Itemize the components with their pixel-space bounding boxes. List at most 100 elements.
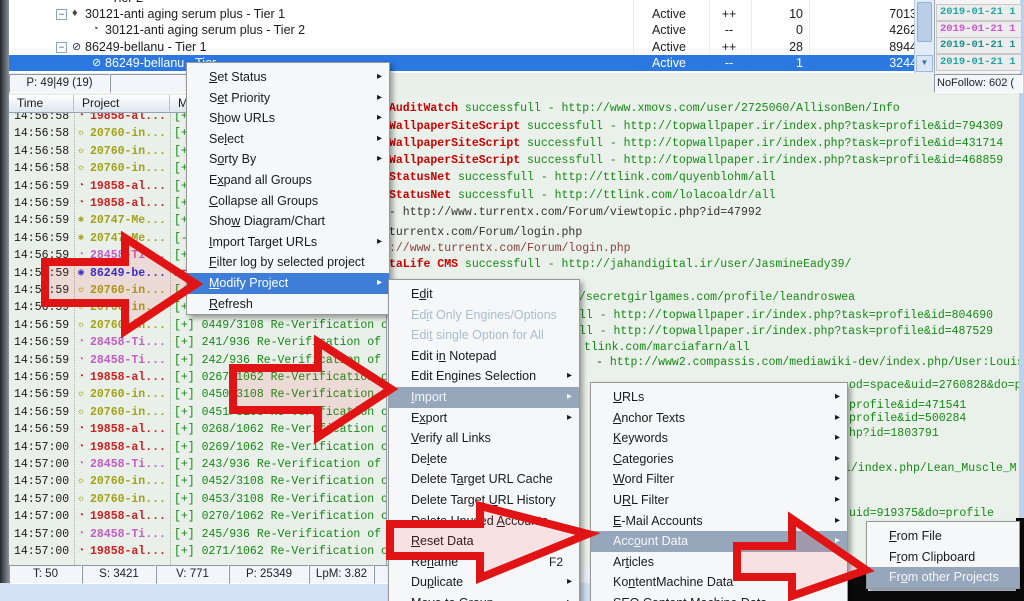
menu-item-delete-unused-accounts[interactable]: Delete Unused Accounts bbox=[389, 511, 579, 532]
menu-item-edit[interactable]: Edit bbox=[389, 284, 579, 305]
log-time-cell: 14:56:59 bbox=[14, 352, 69, 369]
menu-item-show-diagram-chart[interactable]: Show Diagram/Chart bbox=[187, 211, 389, 232]
log-message-cell: [+] 243/936 Re-Verification of M bbox=[174, 456, 386, 473]
tree-expand-toggle[interactable]: − bbox=[56, 9, 67, 20]
project-icon: ◔ bbox=[78, 543, 84, 560]
log-time-cell: 14:56:59 bbox=[14, 421, 69, 438]
menu-item-select[interactable]: Select▸ bbox=[187, 129, 389, 150]
submenu-arrow-icon: ▸ bbox=[567, 593, 572, 601]
log-message-cell: [+] 0452/3108 Re-Verification of bbox=[174, 473, 386, 490]
table-row[interactable]: 14:57:00☼20760-in...[+] 0453/3108 Re-Ver… bbox=[9, 491, 386, 508]
modify-project-submenu: Edit Edit Only Engines/OptionsEdit single… bbox=[388, 279, 580, 601]
menu-item-reset-data[interactable]: Reset Data bbox=[389, 531, 579, 552]
menu-item-seo-content-machine-data[interactable]: SEO Content Machine Data bbox=[591, 593, 847, 601]
menu-item-edit-in-notepad[interactable]: Edit in Notepad bbox=[389, 346, 579, 367]
menu-item-verify-all-links[interactable]: Verify all Links bbox=[389, 428, 579, 449]
menu-item-account-data[interactable]: Account Data▸ bbox=[591, 531, 847, 552]
tree-row[interactable]: −♦30121-anti aging serum plus - Tier 1Ac… bbox=[9, 6, 914, 22]
scroll-down-button[interactable]: ▼ bbox=[916, 55, 933, 72]
table-header-project[interactable]: Project bbox=[74, 95, 170, 111]
menu-item-import[interactable]: Import▸ bbox=[389, 387, 579, 408]
submenu-arrow-icon: ▸ bbox=[377, 149, 382, 170]
table-row[interactable]: 14:57:00◔19858-al...[+] 0271/1062 Re-Ver… bbox=[9, 543, 386, 560]
menu-item-from-clipboard[interactable]: From Clipboard bbox=[867, 547, 1019, 568]
menu-item-from-other-projects[interactable]: From other Projects bbox=[867, 567, 1019, 588]
menu-item-duplicate[interactable]: Duplicate▸ bbox=[389, 572, 579, 593]
menu-item-categories[interactable]: Categories▸ bbox=[591, 449, 847, 470]
log-message-cell: [+] 0270/1062 Re-Verification of bbox=[174, 508, 386, 525]
table-row[interactable]: 14:56:59☼20760-in...[+] 0450/3108 Re-Ver… bbox=[9, 386, 386, 403]
menu-item-delete-target-url-history[interactable]: Delete Target URL History bbox=[389, 490, 579, 511]
tree-row[interactable]: ⊘86249-bellanu - TierActive--13244 bbox=[9, 55, 914, 71]
log-message-cell: [+] 0271/1062 Re-Verification of bbox=[174, 543, 386, 560]
menu-item-set-status[interactable]: Set Status▸ bbox=[187, 67, 389, 88]
table-row[interactable]: 14:56:59◔28458-Ti...[+] 242/936 Re-Verif… bbox=[9, 352, 386, 369]
menu-item-e-mail-accounts[interactable]: E-Mail Accounts▸ bbox=[591, 511, 847, 532]
tree-row[interactable]: −⊘86249-bellanu - Tier 1Active++288944 bbox=[9, 39, 914, 55]
log-line: turrentx.com/Forum/login.php bbox=[389, 226, 582, 239]
tree-expand-toggle[interactable]: − bbox=[56, 42, 67, 53]
menu-item-word-filter[interactable]: Word Filter▸ bbox=[591, 469, 847, 490]
date-cell: 2019-01-21 1 bbox=[936, 37, 1022, 54]
tree-row[interactable]: ◔30121-anti aging serum plus - Tier 2Act… bbox=[9, 22, 914, 38]
menu-item-rename[interactable]: RenameF2 bbox=[389, 552, 579, 573]
menu-item-anchor-texts[interactable]: Anchor Texts▸ bbox=[591, 408, 847, 429]
menu-item-urls[interactable]: URLs▸ bbox=[591, 387, 847, 408]
table-row[interactable]: 14:56:59☼20760-in...[+] 0451/3108 Re-Ver… bbox=[9, 404, 386, 421]
project-verified-cell: 8944 bbox=[809, 40, 914, 54]
table-row[interactable]: 14:56:59☼20760-in...[+] 0449/3108 Re-Ver… bbox=[9, 317, 386, 334]
menu-item-import-target-urls[interactable]: Import Target URLs▸ bbox=[187, 232, 389, 253]
menu-item-label: Edit bbox=[411, 287, 433, 301]
log-project-cell: 28458-Ti... bbox=[90, 247, 166, 264]
menu-item-export[interactable]: Export▸ bbox=[389, 408, 579, 429]
table-header-time[interactable]: Time bbox=[9, 95, 74, 111]
menu-item-edit-single-option-for-all[interactable]: Edit single Option for All bbox=[389, 325, 579, 346]
table-row[interactable]: 14:57:00◔28458-Ti...[+] 243/936 Re-Verif… bbox=[9, 456, 386, 473]
log-project-cell: 28458-Ti... bbox=[90, 352, 166, 369]
menu-item-modify-project[interactable]: Modify Project▸ bbox=[187, 273, 389, 294]
project-icon: ☼ bbox=[78, 125, 84, 142]
import-submenu: URLs▸Anchor Texts▸Keywords▸Categories▸Wo… bbox=[590, 382, 848, 601]
menu-item-set-priority[interactable]: Set Priority▸ bbox=[187, 88, 389, 109]
menu-item-sorty-by[interactable]: Sorty By▸ bbox=[187, 149, 389, 170]
table-row[interactable]: 14:56:59◔28458-Ti...[+] 241/936 Re-Verif… bbox=[9, 334, 386, 351]
menu-item-move-to-group[interactable]: Move to Group▸ bbox=[389, 593, 579, 601]
menu-item-show-urls[interactable]: Show URLs▸ bbox=[187, 108, 389, 129]
project-priority-cell: ++ bbox=[709, 40, 749, 54]
table-row[interactable]: 14:57:00◔19858-al...[+] 0269/1062 Re-Ver… bbox=[9, 439, 386, 456]
table-row[interactable]: 14:57:00◔19858-al...[+] 0270/1062 Re-Ver… bbox=[9, 508, 386, 525]
log-time-cell: 14:56:59 bbox=[14, 212, 69, 229]
log-line: ://www.turrentx.com/Forum/login.php bbox=[389, 242, 631, 255]
table-row[interactable]: 14:56:59◔19858-al...[+] 0268/1062 Re-Ver… bbox=[9, 421, 386, 438]
log-text-segment: turrentx.com/Forum/login.php bbox=[389, 226, 582, 239]
log-message-cell: [+] 0449/3108 Re-Verification of bbox=[174, 317, 386, 334]
menu-item-url-filter[interactable]: URL Filter▸ bbox=[591, 490, 847, 511]
status-cell: LpM: 3.82 bbox=[309, 565, 374, 584]
tree-scrollbar[interactable]: ▼ bbox=[914, 0, 933, 73]
menu-item-delete[interactable]: Delete bbox=[389, 449, 579, 470]
menu-item-expand-all-groups[interactable]: Expand all Groups bbox=[187, 170, 389, 191]
log-time-cell: 14:56:59 bbox=[14, 317, 69, 334]
project-icon: ☼ bbox=[78, 160, 84, 177]
menu-item-label: Delete Unused Accounts bbox=[411, 514, 548, 528]
submenu-arrow-icon: ▸ bbox=[377, 273, 382, 294]
menu-item-collapse-all-groups[interactable]: Collapse all Groups bbox=[187, 191, 389, 212]
menu-item-refresh[interactable]: Refresh bbox=[187, 294, 389, 315]
menu-item-label: From other Projects bbox=[889, 570, 999, 584]
menu-item-delete-target-url-cache[interactable]: Delete Target URL Cache bbox=[389, 469, 579, 490]
background-window-fragment bbox=[846, 591, 1024, 601]
table-row[interactable]: 14:57:00☼20760-in...[+] 0452/3108 Re-Ver… bbox=[9, 473, 386, 490]
submenu-arrow-icon: ▸ bbox=[835, 531, 840, 552]
menu-item-label: Select bbox=[209, 132, 244, 146]
table-row[interactable]: 14:57:00◔28458-Ti...[+] 245/936 Re-Verif… bbox=[9, 526, 386, 543]
menu-item-edit-only-engines-options[interactable]: Edit Only Engines/Options bbox=[389, 305, 579, 326]
menu-item-kontentmachine-data[interactable]: KontentMachine Data bbox=[591, 572, 847, 593]
tree-scrollbar-thumb[interactable] bbox=[917, 2, 932, 42]
menu-item-articles[interactable]: Articles bbox=[591, 552, 847, 573]
log-line: AuditWatch successfull - http://www.xmov… bbox=[389, 102, 900, 115]
menu-item-from-file[interactable]: From File bbox=[867, 526, 1019, 547]
menu-item-edit-engines-selection[interactable]: Edit Engines Selection▸ bbox=[389, 366, 579, 387]
table-row[interactable]: 14:56:59◔19858-al...[+] 0267/1062 Re-Ver… bbox=[9, 369, 386, 386]
menu-item-keywords[interactable]: Keywords▸ bbox=[591, 428, 847, 449]
menu-item-filter-log-by-selected-project[interactable]: Filter log by selected project bbox=[187, 252, 389, 273]
